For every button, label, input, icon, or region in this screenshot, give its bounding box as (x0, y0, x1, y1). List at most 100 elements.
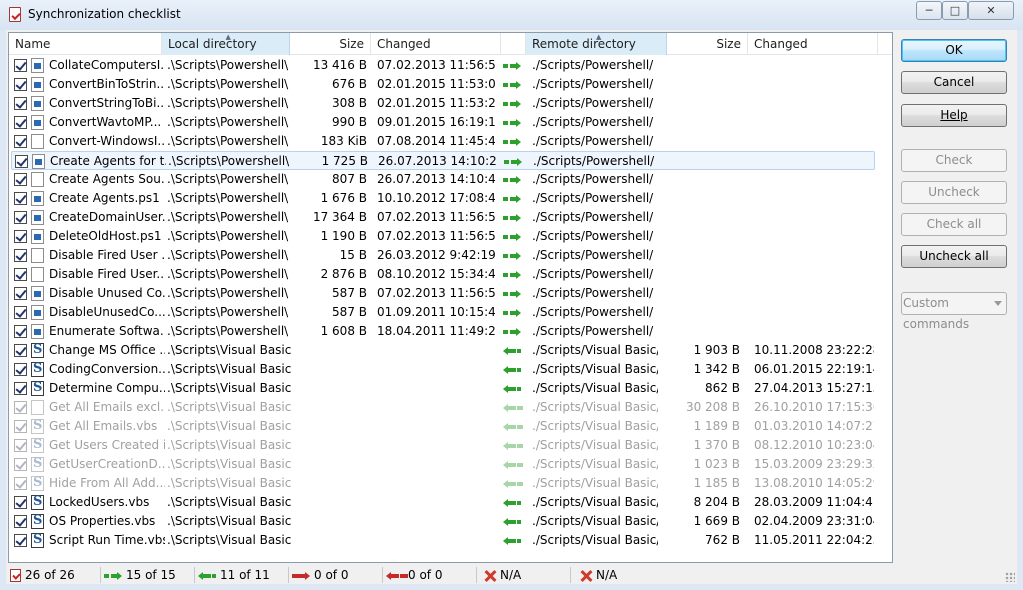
remote-directory: ./Scripts/Powershell/ (532, 210, 654, 224)
local-size: 15 B (339, 248, 367, 262)
row-checkbox[interactable] (14, 515, 27, 528)
row-checkbox[interactable] (14, 534, 27, 547)
column-header-remote-directory[interactable]: ▲ Remote directory (526, 33, 667, 55)
local-directory: .\Scripts\Visual Basic\ (167, 381, 291, 395)
column-header-direction[interactable] (501, 33, 526, 55)
row-checkbox[interactable] (14, 116, 27, 129)
local-size (289, 360, 367, 379)
remote-changed: 27.04.2013 15:27:15 (754, 381, 874, 395)
table-row[interactable]: Hide From All Add....\Scripts\Visual Bas… (9, 474, 892, 493)
row-checkbox[interactable] (14, 439, 27, 452)
table-row[interactable]: DeleteOldHost.ps1 .\Scripts\Powershell\ 1 … (9, 227, 892, 246)
row-checkbox[interactable] (14, 382, 27, 395)
row-checkbox[interactable] (14, 97, 27, 110)
local-changed: 09.01.2015 16:19:16 (377, 115, 495, 129)
file-name: DeleteOldHost.ps1 (49, 229, 162, 243)
status-delete-remote-count: 0 of 0 (292, 567, 348, 583)
table-row[interactable]: OS Properties.vbs .\Scripts\Visual Basic\… (9, 512, 892, 531)
row-checkbox[interactable] (14, 287, 27, 300)
ok-button[interactable]: OK (901, 39, 1007, 62)
close-button[interactable]: ✕ (968, 1, 1014, 20)
column-header-remote-size[interactable]: Size (667, 33, 748, 55)
row-checkbox[interactable] (14, 135, 27, 148)
row-checkbox[interactable] (14, 211, 27, 224)
local-changed (377, 531, 495, 550)
table-row[interactable]: ConvertStringToBi... .\Scripts\Powershell… (9, 94, 892, 113)
table-row[interactable]: ConvertWavtoMP... .\Scripts\Powershell\ 99… (9, 113, 892, 132)
row-checkbox[interactable] (14, 420, 27, 433)
help-button[interactable]: Help (901, 104, 1007, 127)
table-row[interactable]: Get All Emails excl... .\Scripts\Visual B… (9, 398, 892, 417)
row-checkbox[interactable] (14, 173, 27, 186)
powershell-script-icon (31, 229, 44, 244)
file-name: Create Agents.ps1 (49, 191, 160, 205)
remote-directory: ./Scripts/Powershell/ (532, 58, 654, 72)
table-row[interactable]: Get Users Created i....\Scripts\Visual B… (9, 436, 892, 455)
upload-arrow-icon (503, 195, 523, 203)
download-arrow-icon (503, 366, 523, 374)
row-checkbox[interactable] (14, 306, 27, 319)
resize-grip[interactable] (1005, 572, 1015, 582)
column-header-name[interactable]: Name (9, 33, 162, 55)
table-row[interactable]: Create Agents.ps1 .\Scripts\Powershell\ 1 … (9, 189, 892, 208)
direction-arrow-glyph (503, 480, 521, 488)
column-header-remote-changed[interactable]: Changed (748, 33, 878, 55)
uncheck-button[interactable]: Uncheck (901, 181, 1007, 204)
direction-arrow-glyph (503, 214, 521, 222)
table-row[interactable]: ConvertBinToStrin... .\Scripts\Powershell… (9, 75, 892, 94)
row-checkbox[interactable] (14, 363, 27, 376)
column-header-local-changed[interactable]: Changed (371, 33, 501, 55)
minimize-button[interactable]: ─ (916, 1, 942, 20)
row-checkbox[interactable] (14, 458, 27, 471)
column-header-local-size[interactable]: Size (290, 33, 371, 55)
check-button[interactable]: Check (901, 149, 1007, 172)
row-checkbox[interactable] (14, 230, 27, 243)
powershell-script-icon (31, 77, 44, 92)
table-row[interactable]: Get All Emails.vbs .\Scripts\Visual Basic… (9, 417, 892, 436)
table-row[interactable]: Determine Compu....\Scripts\Visual Basic… (9, 379, 892, 398)
check-all-button[interactable]: Check all (901, 213, 1007, 236)
local-changed: 07.08.2014 11:45:40 (377, 134, 495, 148)
checklist-icon (9, 7, 21, 22)
table-row[interactable]: Change MS Office ....\Scripts\Visual Bas… (9, 341, 892, 360)
row-checkbox[interactable] (14, 477, 27, 490)
local-directory: .\Scripts\Powershell\ (167, 286, 289, 300)
maximize-button[interactable]: □ (942, 1, 968, 20)
column-header-local-directory[interactable]: ▲ Local directory (162, 33, 290, 55)
row-checkbox[interactable] (14, 59, 27, 72)
table-row[interactable]: DisableUnusedCo... .\Scripts\Powershell\ 5… (9, 303, 892, 322)
table-row[interactable]: Create Agents for t... .\Scripts\Powershe… (11, 151, 875, 170)
vbs-script-icon (31, 494, 44, 510)
remote-directory: ./Scripts/Visual Basic/ (532, 381, 658, 395)
table-row[interactable]: GetUserCreationD....\Scripts\Visual Basi… (9, 455, 892, 474)
row-checkbox[interactable] (14, 249, 27, 262)
table-row[interactable]: Disable Fired User ... .\Scripts\Powershe… (9, 246, 892, 265)
cancel-button[interactable]: Cancel (901, 71, 1007, 94)
table-row[interactable]: Convert-WindowsI... .\Scripts\Powershell\… (9, 132, 892, 151)
table-row[interactable]: CreateDomainUser... .\Scripts\Powershell\… (9, 208, 892, 227)
table-row[interactable]: Create Agents Sou... .\Scripts\Powershell… (9, 170, 892, 189)
table-row[interactable]: Disable Fired User... .\Scripts\Powershel… (9, 265, 892, 284)
checklist-listview[interactable]: Name ▲ Local directory Size Changed ▲ Remo… (8, 32, 893, 563)
row-checkbox[interactable] (14, 325, 27, 338)
row-checkbox[interactable] (14, 496, 27, 509)
table-row[interactable]: CodingConversion....\Scripts\Visual Basi… (9, 360, 892, 379)
remote-changed: 02.04.2009 23:31:04 (754, 514, 874, 528)
upload-arrow-icon (504, 158, 524, 166)
table-row[interactable]: LockedUsers.vbs .\Scripts\Visual Basic\ ./… (9, 493, 892, 512)
row-checkbox[interactable] (14, 401, 27, 414)
local-directory: .\Scripts\Powershell\ (167, 229, 289, 243)
custom-commands-dropdown[interactable]: Custom commands (901, 292, 1007, 331)
row-checkbox[interactable] (15, 155, 28, 168)
row-checkbox[interactable] (14, 268, 27, 281)
row-checkbox[interactable] (14, 78, 27, 91)
local-size (289, 379, 367, 398)
title-bar[interactable]: Synchronization checklist ─ □ ✕ (0, 0, 1023, 30)
table-row[interactable]: Enumerate Softwa... .\Scripts\Powershell\… (9, 322, 892, 341)
row-checkbox[interactable] (14, 192, 27, 205)
table-row[interactable]: CollateComputersI... .\Scripts\Powershell… (9, 56, 892, 75)
row-checkbox[interactable] (14, 344, 27, 357)
table-row[interactable]: Script Run Time.vbs.\Scripts\Visual Basi… (9, 531, 892, 550)
uncheck-all-button[interactable]: Uncheck all (901, 245, 1007, 268)
table-row[interactable]: Disable Unused Co... .\Scripts\Powershell… (9, 284, 892, 303)
